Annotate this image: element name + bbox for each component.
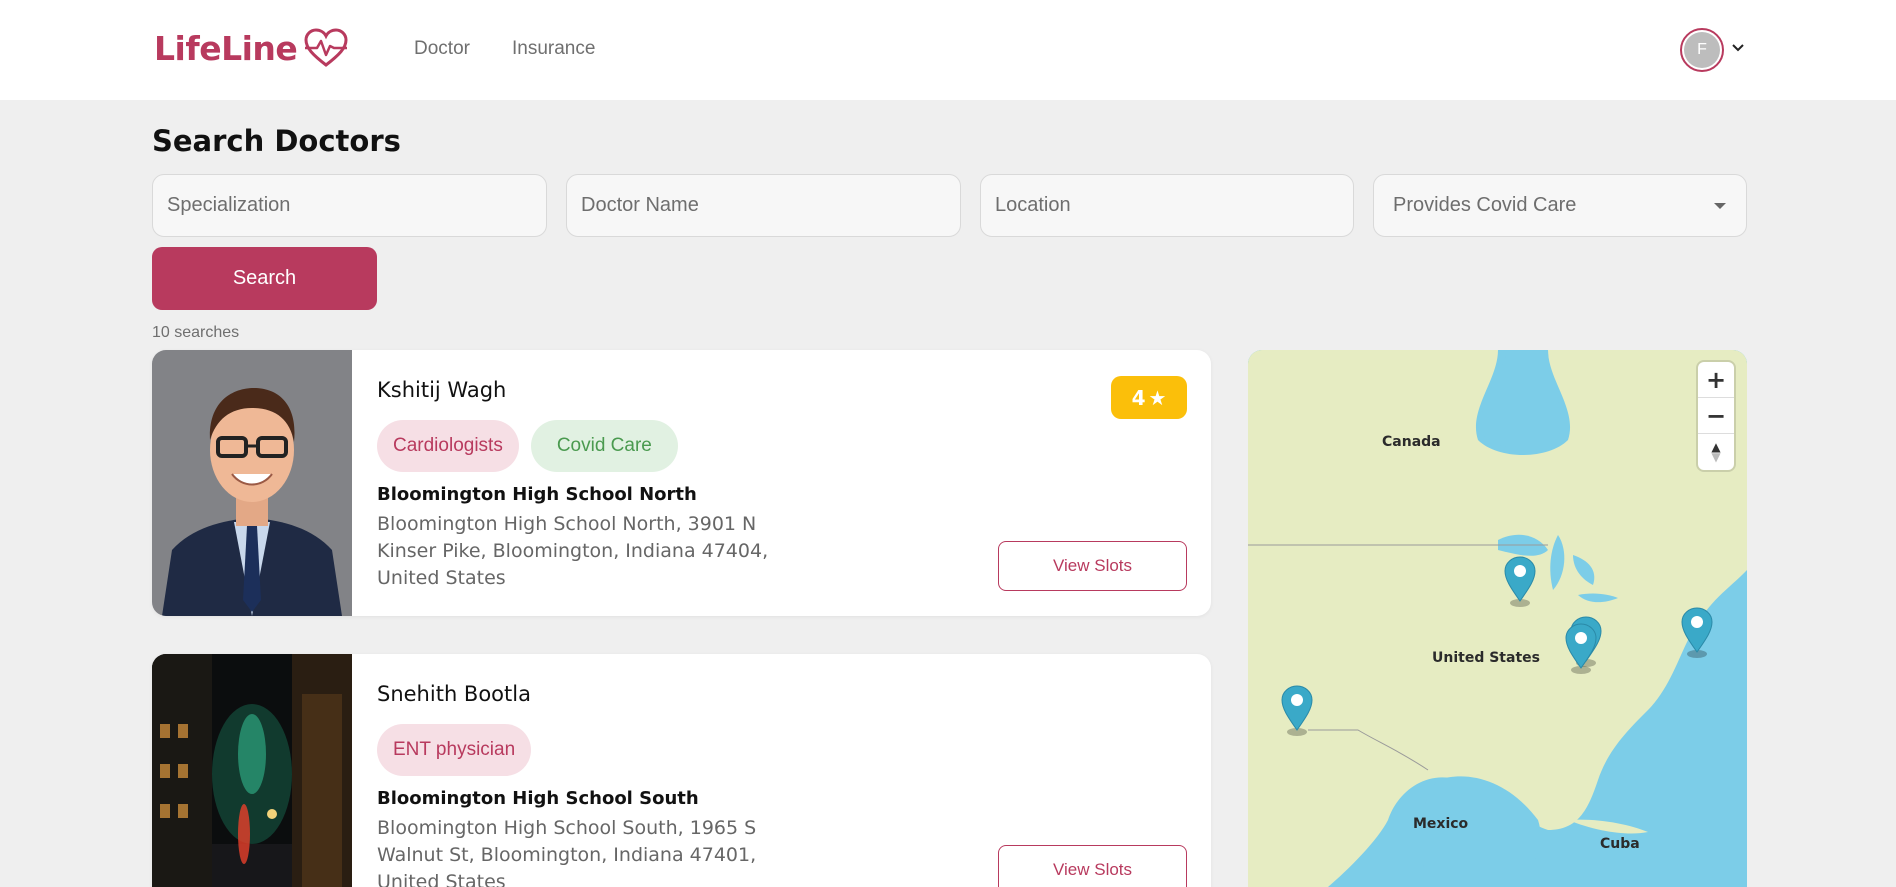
map-zoom-controls: + − ▲ ▼ <box>1698 362 1734 470</box>
page-title: Search Doctors <box>152 124 401 158</box>
compass-icon[interactable]: ▲ ▼ <box>1698 434 1734 470</box>
search-button[interactable]: Search <box>152 247 377 310</box>
map-basemap <box>1248 350 1747 887</box>
nav-doctor[interactable]: Doctor <box>414 38 470 60</box>
rating-badge: 4 ★ <box>1111 376 1187 419</box>
covid-care-chip: Covid Care <box>530 420 678 472</box>
star-icon: ★ <box>1148 385 1167 410</box>
hospital-address: Bloomington High School North, 3901 N Ki… <box>377 513 769 589</box>
map-label-mexico: Mexico <box>1413 816 1469 832</box>
location-input[interactable] <box>980 174 1354 237</box>
specialization-chip: Cardiologists <box>377 420 519 472</box>
doctor-photo <box>152 350 352 616</box>
map-label-cuba: Cuba <box>1600 836 1640 852</box>
hospital-address: Bloomington High School South, 1965 S Wa… <box>377 817 757 887</box>
map-pin-icon[interactable] <box>1503 555 1537 607</box>
doctor-card[interactable]: Kshitij Wagh 4 ★ Cardiologists Covid Car… <box>152 350 1211 616</box>
map-pin-icon[interactable] <box>1680 606 1714 658</box>
specialization-input[interactable] <box>152 174 547 237</box>
view-slots-button[interactable]: View Slots <box>998 845 1187 887</box>
chevron-down-icon[interactable] <box>1730 40 1746 56</box>
doctor-name: Kshitij Wagh <box>377 378 507 402</box>
zoom-out-button[interactable]: − <box>1698 398 1734 434</box>
covid-care-select-value: Provides Covid Care <box>1393 194 1577 216</box>
user-avatar[interactable]: F <box>1680 28 1724 72</box>
zoom-in-button[interactable]: + <box>1698 362 1734 398</box>
map-pin-icon[interactable] <box>1564 622 1598 674</box>
map-label-united-states: United States <box>1432 650 1540 666</box>
map-view[interactable]: Canada United States Mexico Cuba + − ▲ ▼ <box>1248 350 1747 887</box>
covid-care-select[interactable]: Provides Covid Care <box>1373 174 1747 237</box>
map-pin-icon[interactable] <box>1280 684 1314 736</box>
result-count: 10 searches <box>152 324 240 341</box>
heart-pulse-icon <box>304 28 348 67</box>
hospital-name: Bloomington High School North <box>377 484 697 505</box>
hospital-name: Bloomington High School South <box>377 788 699 809</box>
tag-list: ENT physician <box>377 724 532 776</box>
avatar-initial: F <box>1684 32 1720 68</box>
nav-insurance[interactable]: Insurance <box>512 38 595 60</box>
tag-list: Cardiologists Covid Care <box>377 420 678 472</box>
doctor-card[interactable]: Snehith Bootla ENT physician Bloomington… <box>152 654 1211 887</box>
specialization-chip: ENT physician <box>377 724 532 776</box>
doctor-name-input[interactable] <box>566 174 961 237</box>
logo-text: LifeLine <box>154 28 298 68</box>
dropdown-caret-icon <box>1714 202 1726 209</box>
view-slots-button[interactable]: View Slots <box>998 541 1187 591</box>
top-navbar: LifeLine Doctor Insurance F <box>0 0 1896 100</box>
map-label-canada: Canada <box>1382 434 1441 450</box>
lifeline-logo[interactable]: LifeLine <box>154 28 349 68</box>
doctor-name: Snehith Bootla <box>377 682 531 706</box>
doctor-photo <box>152 654 352 887</box>
rating-value: 4 <box>1131 385 1146 410</box>
